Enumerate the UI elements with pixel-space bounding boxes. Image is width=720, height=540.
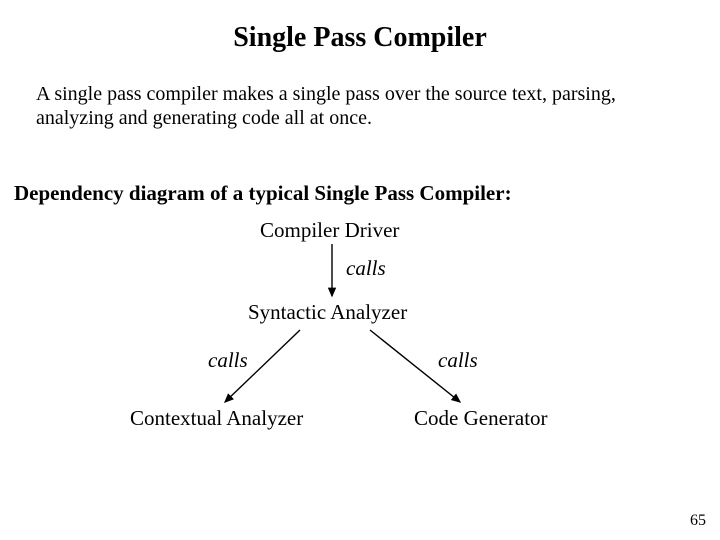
node-syntactic-analyzer: Syntactic Analyzer [248,300,407,325]
node-compiler-driver: Compiler Driver [260,218,399,243]
edge-label-root-to-mid: calls [346,256,386,281]
diagram-heading: Dependency diagram of a typical Single P… [0,131,720,206]
page-number: 65 [690,512,706,530]
diagram-arrows [0,206,720,476]
page-title: Single Pass Compiler [0,0,720,54]
slide: Single Pass Compiler A single pass compi… [0,0,720,540]
intro-paragraph: A single pass compiler makes a single pa… [0,54,720,131]
edge-label-mid-to-right: calls [438,348,478,373]
node-contextual-analyzer: Contextual Analyzer [130,406,303,431]
node-code-generator: Code Generator [414,406,548,431]
edge-label-mid-to-left: calls [208,348,248,373]
dependency-diagram: Compiler Driver calls Syntactic Analyzer… [0,206,720,476]
